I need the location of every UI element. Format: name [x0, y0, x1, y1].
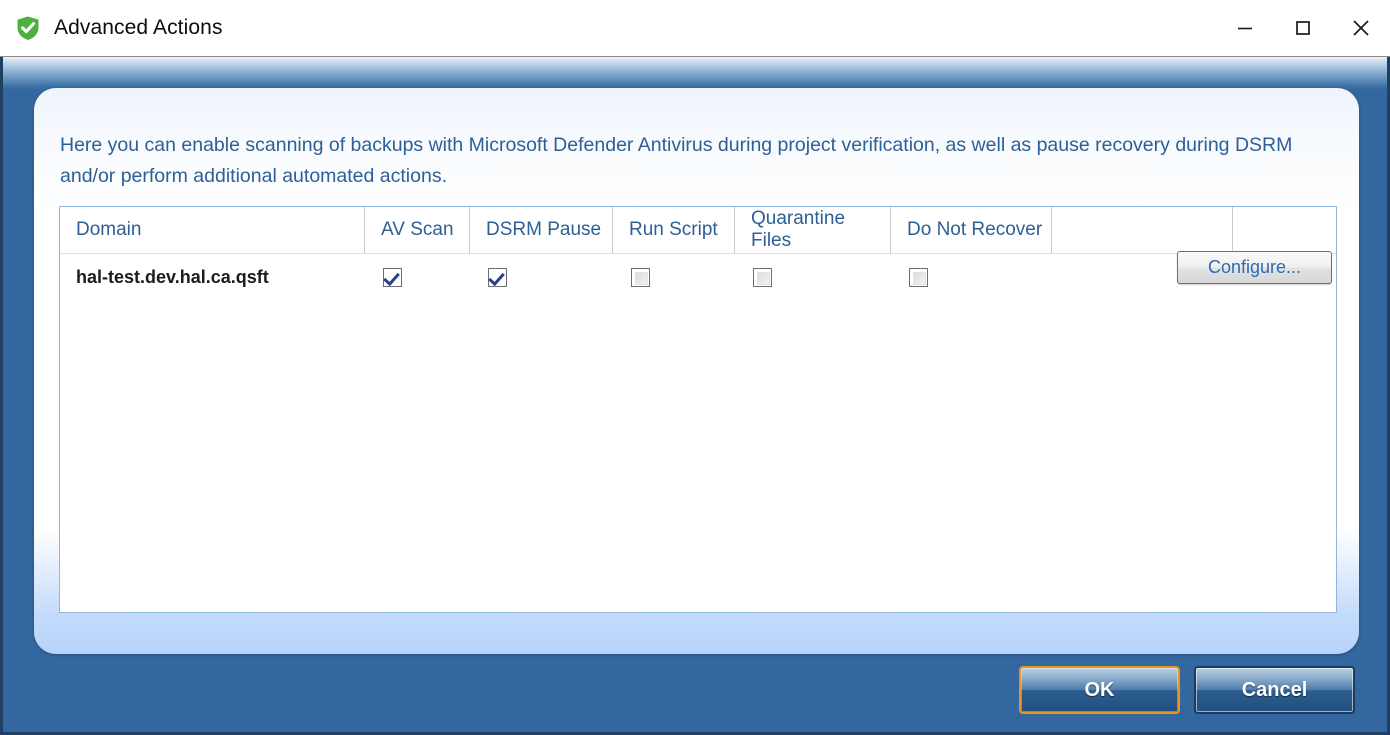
cell-run-script — [613, 254, 735, 301]
maximize-button[interactable] — [1274, 0, 1332, 56]
cell-quarantine-files — [735, 254, 891, 301]
configure-button[interactable]: Configure... — [1177, 251, 1332, 284]
dialog-button-bar: OK Cancel — [3, 660, 1387, 720]
header-gradient-strip — [3, 57, 1387, 90]
checkbox-quarantine-files[interactable] — [753, 268, 772, 287]
column-header-av-scan-label: AV Scan — [381, 219, 454, 241]
column-header-quarantine-files[interactable]: Quarantine Files — [735, 207, 891, 253]
maximize-icon — [1293, 18, 1313, 38]
checkbox-run-script[interactable] — [631, 268, 650, 287]
column-header-actions[interactable] — [1052, 207, 1233, 253]
cell-domain: hal-test.dev.hal.ca.qsft — [60, 254, 365, 301]
minimize-icon — [1235, 18, 1255, 38]
table-row[interactable]: hal-test.dev.hal.ca.qsft — [60, 254, 1336, 301]
title-bar: Advanced Actions — [0, 0, 1390, 57]
checkbox-do-not-recover[interactable] — [909, 268, 928, 287]
column-header-do-not-recover-label: Do Not Recover — [907, 219, 1042, 241]
grid-header-row: Domain AV Scan DSRM Pause Run Script Qua… — [60, 207, 1336, 254]
window-title: Advanced Actions — [54, 16, 223, 40]
minimize-button[interactable] — [1216, 0, 1274, 56]
column-header-run-script[interactable]: Run Script — [613, 207, 735, 253]
title-bar-left: Advanced Actions — [0, 15, 1216, 41]
panel-description: Here you can enable scanning of backups … — [60, 130, 1344, 192]
column-header-domain-label: Domain — [76, 219, 141, 241]
column-header-do-not-recover[interactable]: Do Not Recover — [891, 207, 1052, 253]
content-panel: Here you can enable scanning of backups … — [34, 88, 1359, 654]
cancel-button[interactable]: Cancel — [1194, 666, 1355, 714]
cell-av-scan — [365, 254, 470, 301]
domain-name: hal-test.dev.hal.ca.qsft — [76, 267, 269, 288]
column-header-av-scan[interactable]: AV Scan — [365, 207, 470, 253]
column-header-dsrm-pause-label: DSRM Pause — [486, 219, 601, 241]
ok-button[interactable]: OK — [1019, 666, 1180, 714]
advanced-actions-dialog: Advanced Actions Here y — [0, 0, 1390, 735]
domains-grid: Domain AV Scan DSRM Pause Run Script Qua… — [59, 206, 1337, 613]
close-button[interactable] — [1332, 0, 1390, 56]
checkbox-dsrm-pause[interactable] — [488, 268, 507, 287]
column-header-spacer[interactable] — [1233, 207, 1336, 253]
shield-check-icon — [15, 15, 41, 41]
window-controls — [1216, 0, 1390, 56]
column-header-run-script-label: Run Script — [629, 219, 718, 241]
close-icon — [1350, 17, 1372, 39]
checkbox-av-scan[interactable] — [383, 268, 402, 287]
column-header-quarantine-files-label: Quarantine Files — [751, 208, 890, 252]
column-header-domain[interactable]: Domain — [60, 207, 365, 253]
cell-do-not-recover — [891, 254, 1052, 301]
column-header-dsrm-pause[interactable]: DSRM Pause — [470, 207, 613, 253]
cell-dsrm-pause — [470, 254, 613, 301]
